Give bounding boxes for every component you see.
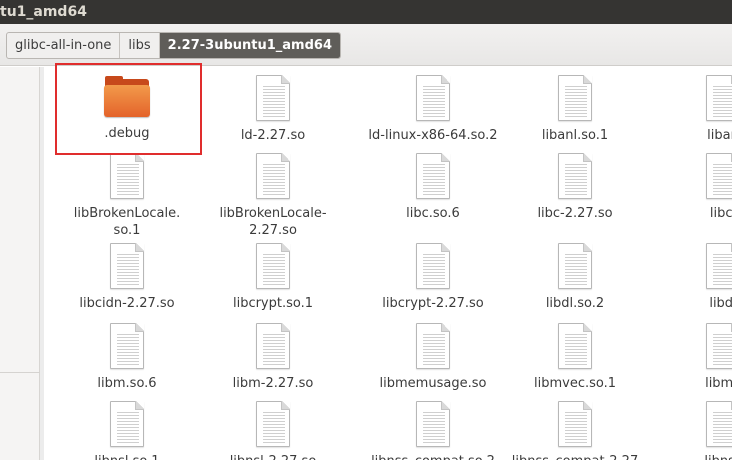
file-name-label: libmv <box>705 376 732 391</box>
document-icon <box>706 153 732 199</box>
document-icon <box>558 75 592 121</box>
file-item[interactable]: libm-2.27.so <box>200 323 346 392</box>
breadcrumb-item-glibc-all-in-one[interactable]: glibc-all-in-one <box>7 33 121 58</box>
file-item[interactable]: libnsl-2.27.so <box>200 401 346 460</box>
file-item[interactable]: libcrypt-2.27.so <box>360 243 506 312</box>
file-name-label: libnss <box>650 453 732 460</box>
sidebar-divider <box>0 372 40 373</box>
file-name-label: libcrypt.so.1 <box>232 296 314 311</box>
file-name-label: liban <box>707 128 732 143</box>
file-name-label: libnsl.so.1 <box>54 453 200 460</box>
file-item[interactable]: libBrokenLocale. so.1 <box>54 153 200 239</box>
file-name-label: libc.so.6 <box>406 206 460 221</box>
document-icon <box>416 75 450 121</box>
file-name-label: libcrypt-2.27.so <box>382 296 484 311</box>
document-icon <box>256 401 290 447</box>
file-item[interactable]: libm.so.6 <box>54 323 200 392</box>
document-icon <box>256 243 290 289</box>
file-name-label: ld-2.27.so <box>240 128 306 143</box>
document-icon <box>256 153 290 199</box>
document-icon <box>416 243 450 289</box>
file-item[interactable]: libmemusage.so <box>360 323 506 392</box>
document-icon <box>416 323 450 369</box>
folder-item[interactable]: .debug <box>54 75 200 142</box>
file-item[interactable]: libcidn-2.27.so <box>54 243 200 312</box>
folder-icon <box>103 75 151 119</box>
file-item[interactable]: ld-linux-x86-64.so.2 <box>360 75 506 144</box>
file-item[interactable]: ld-2.27.so <box>200 75 346 144</box>
file-name-label: libm-2.27.so <box>232 376 314 391</box>
document-icon <box>416 153 450 199</box>
file-item[interactable]: libci <box>650 153 732 222</box>
document-icon <box>110 153 144 199</box>
document-icon <box>706 401 732 447</box>
file-name-label: libBrokenLocale- 2.27.so <box>219 206 327 238</box>
file-name-label: libdl <box>709 296 732 311</box>
file-name-label: libci <box>709 206 732 221</box>
file-name-label: libnss_compat-2.27 <box>502 453 648 460</box>
document-icon <box>110 323 144 369</box>
file-grid: .debug ld-2.27.so ld-linux-x86-64.so.2 liba… <box>44 67 732 460</box>
file-item[interactable]: libanl.so.1 <box>502 75 648 144</box>
file-item[interactable]: libc.so.6 <box>360 153 506 222</box>
file-item[interactable]: libc-2.27.so <box>502 153 648 222</box>
window-title: tu1_amd64 <box>0 4 87 20</box>
document-icon <box>256 75 290 121</box>
document-icon <box>110 243 144 289</box>
file-name-label: libc-2.27.so <box>537 206 613 221</box>
toolbar: glibc-all-in-one libs 2.27-3ubuntu1_amd6… <box>0 24 732 66</box>
breadcrumb-item-current[interactable]: 2.27-3ubuntu1_amd64 <box>159 33 340 58</box>
file-name-label: libnss_compat.so.2 <box>360 453 506 460</box>
breadcrumb: glibc-all-in-one libs 2.27-3ubuntu1_amd6… <box>6 32 341 59</box>
file-item[interactable]: libdl.so.2 <box>502 243 648 312</box>
file-name-label: libcidn-2.27.so <box>79 296 175 311</box>
file-name-label: libnsl-2.27.so <box>200 453 346 460</box>
breadcrumb-item-libs[interactable]: libs <box>120 33 160 58</box>
file-item[interactable]: liban <box>650 75 732 144</box>
document-icon <box>706 323 732 369</box>
file-item[interactable]: libnsl.so.1 <box>54 401 200 460</box>
document-icon <box>256 323 290 369</box>
file-name-label: libanl.so.1 <box>541 128 609 143</box>
sidebar[interactable] <box>0 67 40 460</box>
file-item[interactable]: libmv <box>650 323 732 392</box>
file-item[interactable]: libcrypt.so.1 <box>200 243 346 312</box>
file-item[interactable]: libnss_compat.so.2 <box>360 401 506 460</box>
window-title-bar: tu1_amd64 <box>0 0 732 24</box>
document-icon <box>706 243 732 289</box>
file-item[interactable]: libnss <box>650 401 732 460</box>
file-name-label: .debug <box>104 126 150 141</box>
document-icon <box>558 401 592 447</box>
file-name-label: libBrokenLocale. so.1 <box>73 206 181 238</box>
document-icon <box>416 401 450 447</box>
file-item[interactable]: libnss_compat-2.27 <box>502 401 648 460</box>
file-name-label: libmvec.so.1 <box>533 376 616 391</box>
document-icon <box>558 153 592 199</box>
file-name-label: ld-linux-x86-64.so.2 <box>368 128 498 143</box>
file-item[interactable]: libBrokenLocale- 2.27.so <box>200 153 346 239</box>
document-icon <box>558 323 592 369</box>
file-name-label: libmemusage.so <box>379 376 487 391</box>
file-item[interactable]: libdl <box>650 243 732 312</box>
file-name-label: libdl.so.2 <box>545 296 605 311</box>
file-item[interactable]: libmvec.so.1 <box>502 323 648 392</box>
document-icon <box>706 75 732 121</box>
document-icon <box>558 243 592 289</box>
document-icon <box>110 401 144 447</box>
file-name-label: libm.so.6 <box>97 376 157 391</box>
